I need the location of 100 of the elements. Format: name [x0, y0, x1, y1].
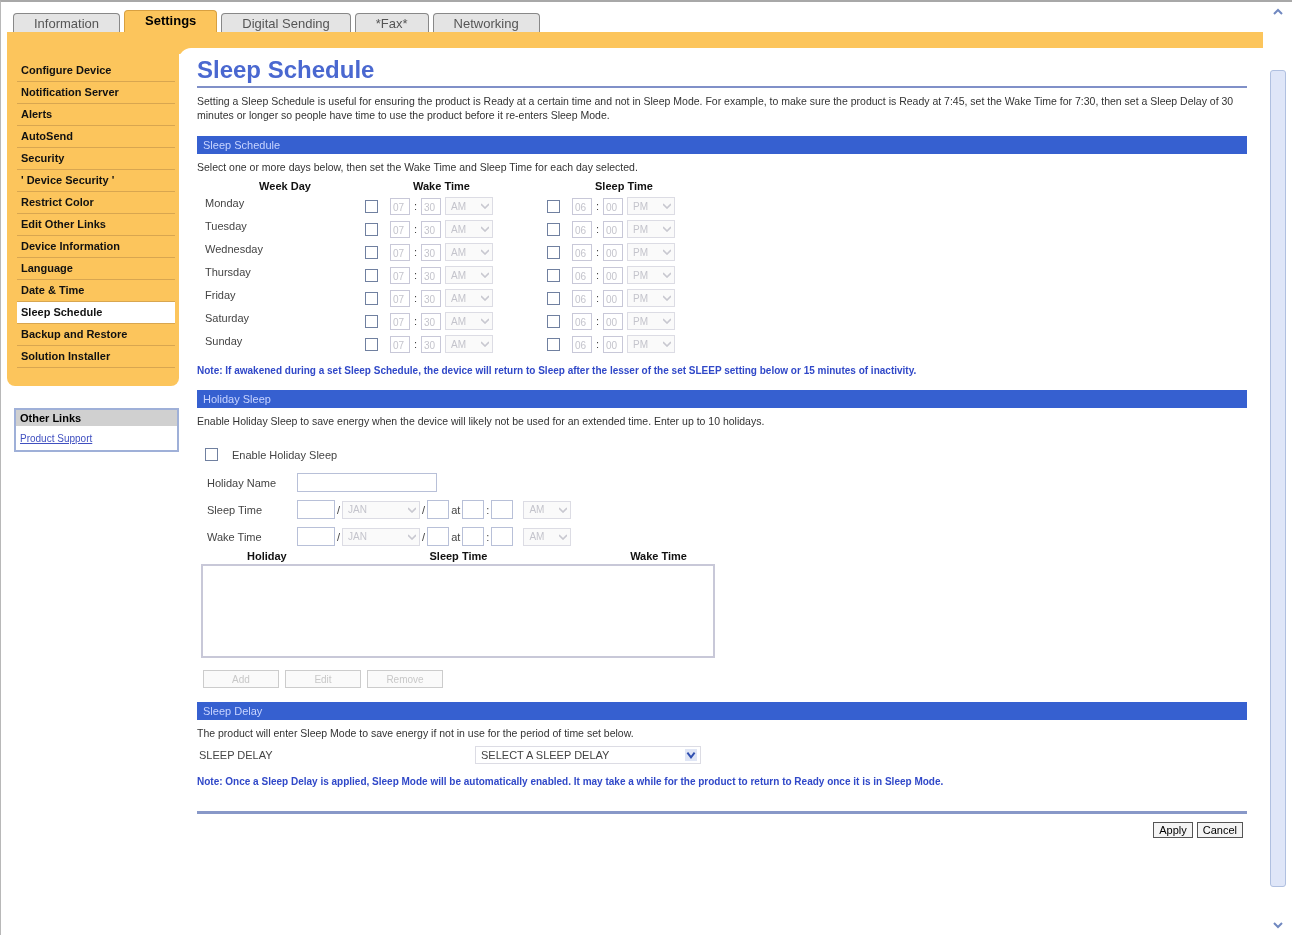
sidebar-item[interactable]: Restrict Color: [17, 192, 175, 214]
colon-separator: :: [596, 223, 600, 235]
checkbox[interactable]: [365, 245, 378, 259]
minute-field[interactable]: 30: [421, 312, 442, 330]
minute-field[interactable]: 30: [421, 220, 442, 238]
colon-separator: :: [414, 246, 418, 258]
colon-separator: :: [486, 530, 490, 543]
colon-separator: :: [414, 292, 418, 304]
sidebar-item[interactable]: Notification Server: [17, 82, 175, 104]
minute-field[interactable]: 30: [421, 289, 442, 307]
checkbox[interactable]: [547, 314, 560, 328]
checkbox[interactable]: [547, 291, 560, 305]
product-support-link[interactable]: Product Support: [20, 433, 93, 444]
sidebar-item[interactable]: Edit Other Links: [17, 214, 175, 236]
description-text: The product will enter Sleep Mode to save energy if not in use for the period of time set below.: [197, 726, 635, 740]
tab[interactable]: Networking: [432, 13, 540, 32]
year-field[interactable]: [427, 500, 450, 519]
checkbox[interactable]: [365, 291, 378, 305]
hour-field[interactable]: 06: [572, 266, 592, 284]
section-header: Sleep Delay: [197, 702, 1247, 720]
sidebar-item[interactable]: Security: [17, 148, 175, 170]
checkbox[interactable]: [547, 245, 560, 259]
checkbox[interactable]: [365, 222, 378, 236]
sidebar-item[interactable]: Sleep Schedule: [17, 302, 175, 324]
sidebar-item[interactable]: AutoSend: [17, 126, 175, 148]
sidebar-item[interactable]: Configure Device: [17, 60, 175, 82]
checkbox[interactable]: [365, 314, 378, 328]
hour-field[interactable]: 06: [572, 312, 592, 330]
section-header: Holiday Sleep: [197, 390, 1247, 408]
hour-field[interactable]: 06: [572, 335, 592, 353]
checkbox[interactable]: [547, 222, 560, 236]
holiday-name-field[interactable]: [297, 473, 437, 492]
colon-separator: :: [596, 315, 600, 327]
sidebar-item[interactable]: Device Information: [17, 236, 175, 258]
hour-field[interactable]: 06: [572, 243, 592, 261]
tab[interactable]: Information: [13, 13, 121, 32]
checkbox[interactable]: [547, 199, 560, 213]
checkbox[interactable]: [365, 268, 378, 282]
colon-separator: :: [596, 269, 600, 281]
minute-field[interactable]: 30: [421, 243, 442, 261]
minute-field[interactable]: [491, 527, 514, 546]
minute-field[interactable]: 30: [421, 335, 442, 353]
tab[interactable]: *Fax*: [354, 13, 429, 32]
hour-field[interactable]: [462, 500, 485, 519]
colon-separator: :: [414, 200, 418, 212]
form-button[interactable]: Cancel: [1196, 822, 1243, 838]
sidebar-item[interactable]: ' Device Security ': [17, 170, 175, 192]
checkbox[interactable]: [547, 337, 560, 351]
day-label: Saturday: [205, 312, 251, 326]
year-field[interactable]: [427, 527, 450, 546]
dropdown-arrow-icon: [685, 749, 697, 761]
sidebar-item[interactable]: Backup and Restore: [17, 324, 175, 346]
form-button[interactable]: Apply: [1153, 822, 1193, 838]
column-header: Wake Time: [630, 550, 687, 562]
colon-separator: :: [414, 338, 418, 350]
checkbox[interactable]: [365, 337, 378, 351]
day-label: Friday: [205, 289, 237, 303]
checkbox-label: Enable Holiday Sleep: [232, 448, 338, 461]
colon-separator: :: [414, 223, 418, 235]
minute-field[interactable]: 30: [421, 197, 442, 215]
checkbox[interactable]: [365, 199, 378, 213]
minute-field[interactable]: [491, 500, 514, 519]
column-header: Sleep Time: [429, 550, 488, 562]
checkbox[interactable]: [205, 448, 218, 461]
field-label: Sleep Time: [207, 503, 264, 516]
description-text: Enable Holiday Sleep to save energy when the device will likely not be used for an extended time. Enter up to 10 holidays.: [197, 414, 766, 428]
sleep-delay-dropdown[interactable]: SELECT A SLEEP DELAY: [475, 746, 701, 764]
day-label: Thursday: [205, 266, 252, 280]
sidebar-item[interactable]: Language: [17, 258, 175, 280]
column-header: Holiday: [247, 550, 287, 562]
at-label: at: [451, 503, 461, 516]
hour-field[interactable]: 06: [572, 220, 592, 238]
colon-separator: :: [486, 503, 490, 516]
sidebar-item[interactable]: Solution Installer: [17, 346, 175, 368]
colon-separator: :: [596, 200, 600, 212]
scroll-up-icon[interactable]: [1273, 8, 1283, 16]
minute-field[interactable]: 30: [421, 266, 442, 284]
checkbox[interactable]: [547, 268, 560, 282]
note-text: Note: Once a Sleep Delay is applied, Sleep Mode will be automatically enabled. It may take a while for the product to return to Ready once it is in Sleep Mode.: [197, 776, 945, 787]
scrollbar-thumb[interactable]: [1270, 70, 1286, 887]
sidebar-item[interactable]: Alerts: [17, 104, 175, 126]
tab[interactable]: Settings: [124, 10, 218, 32]
hour-field[interactable]: 06: [572, 197, 592, 215]
colon-separator: :: [414, 269, 418, 281]
colon-separator: :: [596, 292, 600, 304]
note-text: Note: If awakened during a set Sleep Schedule, the device will return to Sleep after the lesser of the set SLEEP setting below or 15 minutes of inactivity.: [197, 365, 918, 376]
page-title: Sleep Schedule: [197, 56, 1247, 88]
day-label: Tuesday: [205, 220, 248, 234]
day-field[interactable]: [297, 500, 335, 519]
intro-text: Setting a Sleep Schedule is useful for ensuring the product is Ready at a certain time and not in Sleep Mode. For example, to make sure the product is Ready at 7:45, set the Wake Time for 7:30, then set a Sleep Delay of 30 minutes or longer so people have time to use the product before it re-enters Sleep Mode.: [197, 94, 1235, 122]
tab[interactable]: Digital Sending: [221, 13, 351, 32]
date-separator: /: [422, 503, 426, 516]
hour-field[interactable]: [462, 527, 485, 546]
day-field[interactable]: [297, 527, 335, 546]
at-label: at: [451, 530, 461, 543]
scroll-down-icon[interactable]: [1273, 921, 1283, 929]
hour-field[interactable]: 06: [572, 289, 592, 307]
colon-separator: :: [414, 315, 418, 327]
column-header: Sleep Time: [594, 180, 654, 192]
other-links-title: Other Links: [16, 410, 177, 426]
